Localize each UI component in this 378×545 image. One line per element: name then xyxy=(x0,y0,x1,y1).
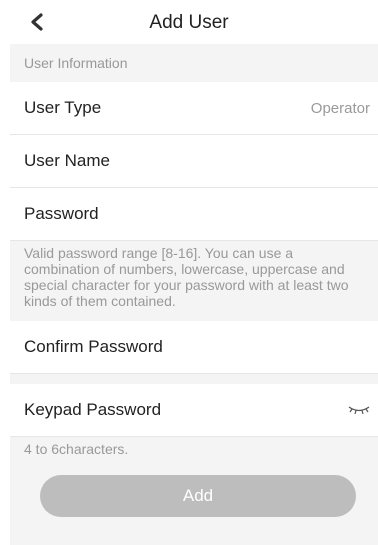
keypad-password-field[interactable]: Keypad Password xyxy=(10,384,378,437)
password-field[interactable]: Password xyxy=(10,188,378,241)
keypad-password-hint: 4 to 6characters. xyxy=(10,437,378,457)
password-hint: Valid password range [8-16]. You can use… xyxy=(10,241,378,321)
password-label: Password xyxy=(24,204,99,223)
user-type-label: User Type xyxy=(24,98,102,117)
navigation-bar: Add User xyxy=(0,0,378,44)
form-container: User Information User Type Operator User… xyxy=(10,44,378,545)
section-divider xyxy=(10,374,378,384)
keypad-password-label: Keypad Password xyxy=(24,400,162,419)
user-type-row[interactable]: User Type Operator xyxy=(10,82,378,135)
add-button[interactable]: Add xyxy=(40,475,356,517)
user-name-label: User Name xyxy=(24,151,110,170)
section-header-user-information: User Information xyxy=(10,44,378,82)
eye-closed-icon[interactable] xyxy=(348,404,370,416)
user-type-value[interactable]: Operator xyxy=(311,100,370,117)
user-name-field[interactable]: User Name xyxy=(10,135,378,188)
confirm-password-label: Confirm Password xyxy=(24,337,163,356)
add-user-screen: Add User User Information User Type Oper… xyxy=(0,0,378,545)
confirm-password-field[interactable]: Confirm Password xyxy=(10,321,378,374)
page-title: Add User xyxy=(149,12,229,33)
